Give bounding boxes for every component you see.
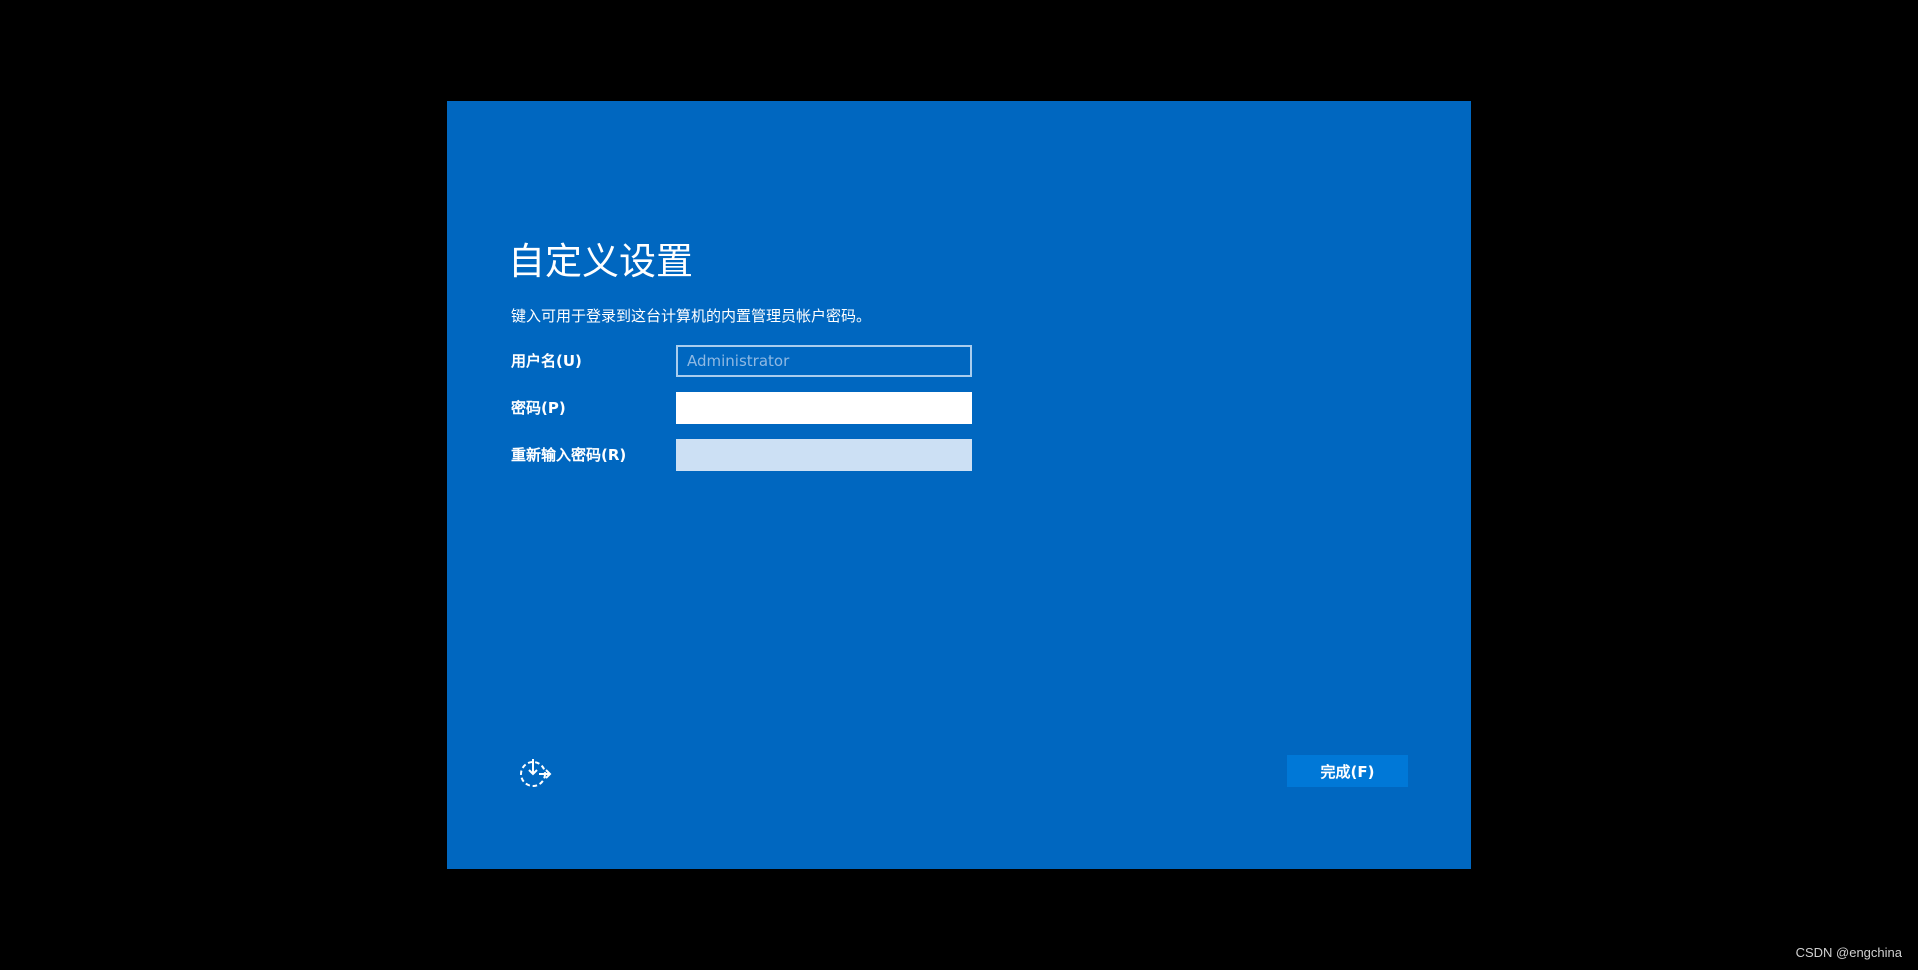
password-row: 密码(P) — [511, 392, 1111, 425]
setup-panel: 自定义设置 键入可用于登录到这台计算机的内置管理员帐户密码。 用户名(U) 密码… — [447, 101, 1471, 869]
username-row: 用户名(U) — [511, 345, 1111, 378]
reenter-password-input[interactable] — [676, 439, 972, 471]
finish-button[interactable]: 完成(F) — [1287, 755, 1408, 787]
watermark: CSDN @engchina — [1795, 945, 1902, 960]
ease-of-access-icon — [520, 759, 552, 787]
instruction-text: 键入可用于登录到这台计算机的内置管理员帐户密码。 — [511, 307, 872, 325]
ease-of-access-button[interactable] — [515, 753, 555, 793]
password-label: 密码(P) — [511, 399, 566, 417]
page-title: 自定义设置 — [508, 240, 693, 283]
screen: 自定义设置 键入可用于登录到这台计算机的内置管理员帐户密码。 用户名(U) 密码… — [0, 0, 1918, 970]
reenter-password-row: 重新输入密码(R) — [511, 439, 1111, 472]
username-label: 用户名(U) — [511, 352, 582, 370]
username-input[interactable] — [676, 345, 972, 377]
reenter-password-label: 重新输入密码(R) — [511, 446, 627, 464]
password-input[interactable] — [676, 392, 972, 424]
